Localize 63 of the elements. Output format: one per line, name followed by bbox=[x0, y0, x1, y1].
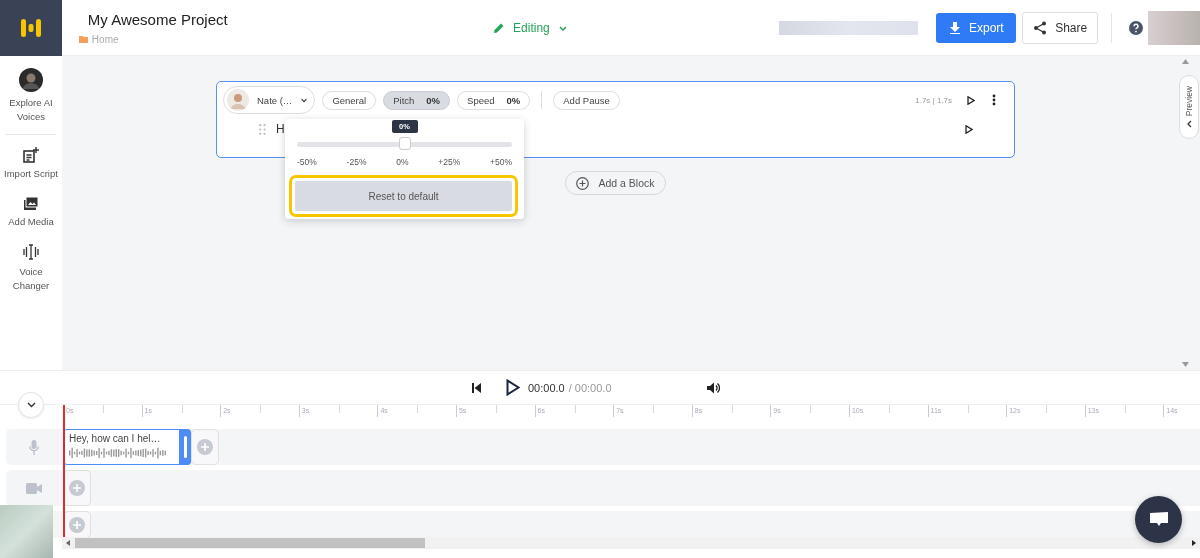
tick-label: +25% bbox=[438, 157, 461, 167]
play-icon[interactable] bbox=[506, 379, 520, 396]
voice-selector[interactable]: Nate (… bbox=[223, 86, 316, 114]
current-time: 00:00.0 bbox=[528, 381, 565, 394]
scroll-up-icon[interactable] bbox=[1181, 59, 1189, 64]
plus-circle-icon bbox=[69, 516, 85, 533]
setting-tab[interactable]: Pitch 0% bbox=[383, 90, 451, 110]
share-icon bbox=[1033, 20, 1048, 35]
share-button[interactable]: Share bbox=[1022, 11, 1099, 44]
avatar-icon bbox=[19, 68, 43, 92]
scroll-down-icon[interactable] bbox=[1181, 362, 1189, 367]
tick-label: +50% bbox=[489, 157, 512, 167]
plus-circle-icon bbox=[197, 439, 213, 455]
total-time: / 00:00.0 bbox=[568, 381, 612, 394]
drag-handle-icon[interactable] bbox=[259, 123, 266, 135]
sidebar-item[interactable]: Voice Changer bbox=[0, 239, 62, 303]
plus-circle-icon bbox=[69, 480, 85, 496]
collapse-button[interactable] bbox=[18, 392, 44, 418]
play-icon[interactable] bbox=[965, 124, 973, 134]
chevron-down-icon bbox=[26, 402, 36, 408]
tick-label: -50% bbox=[297, 157, 317, 167]
sidebar-item[interactable]: Import Script bbox=[0, 143, 62, 191]
setting-tab[interactable]: Speed 0% bbox=[457, 90, 531, 110]
duration-label: 1.7s | 1.7s bbox=[915, 95, 952, 105]
avatar-icon bbox=[227, 89, 249, 111]
skip-back-icon[interactable] bbox=[472, 382, 481, 393]
slider-thumb[interactable] bbox=[398, 137, 411, 150]
add-block-button[interactable]: Add a Block bbox=[565, 171, 666, 195]
waveform-icon bbox=[23, 243, 39, 261]
export-button[interactable]: Export bbox=[936, 12, 1017, 43]
redacted-patch bbox=[0, 505, 53, 558]
preview-tab[interactable]: Preview bbox=[1179, 75, 1199, 139]
video-camera-icon bbox=[26, 482, 42, 494]
volume-icon[interactable] bbox=[706, 381, 720, 394]
app-logo[interactable] bbox=[0, 0, 62, 56]
tick-label: 0% bbox=[396, 157, 409, 167]
setting-tab[interactable]: General bbox=[322, 90, 377, 110]
add-clip-button[interactable] bbox=[63, 470, 91, 506]
chevron-left-icon bbox=[1186, 120, 1192, 129]
project-title: My Awesome Project bbox=[87, 10, 229, 28]
reset-button[interactable]: Reset to default bbox=[295, 181, 512, 211]
more-icon[interactable] bbox=[992, 94, 996, 106]
add-clip-button[interactable] bbox=[191, 429, 219, 465]
trim-handle[interactable] bbox=[179, 429, 191, 465]
microphone-icon bbox=[29, 439, 39, 455]
folder-icon bbox=[78, 35, 88, 43]
play-icon[interactable] bbox=[967, 95, 975, 105]
help-icon[interactable] bbox=[1129, 20, 1144, 35]
plus-circle-icon bbox=[576, 176, 590, 190]
sidebar-item[interactable]: Explore AI Voices bbox=[0, 64, 62, 134]
sidebar-item[interactable]: Add Media bbox=[0, 191, 62, 239]
chevron-down-icon bbox=[300, 96, 309, 104]
tick-label: -25% bbox=[346, 157, 367, 167]
scroll-left-icon[interactable] bbox=[66, 540, 70, 546]
image-folder-icon bbox=[23, 195, 39, 211]
download-icon bbox=[949, 21, 961, 34]
pencil-icon bbox=[493, 21, 506, 34]
scroll-right-icon[interactable] bbox=[1192, 540, 1196, 546]
document-plus-icon bbox=[23, 147, 39, 163]
scrollbar-thumb[interactable] bbox=[75, 538, 425, 548]
audio-clip[interactable]: Hey, how can I hel… bbox=[63, 429, 191, 465]
add-pause-button[interactable]: Add Pause bbox=[553, 90, 620, 110]
block-text[interactable]: H bbox=[276, 122, 285, 136]
